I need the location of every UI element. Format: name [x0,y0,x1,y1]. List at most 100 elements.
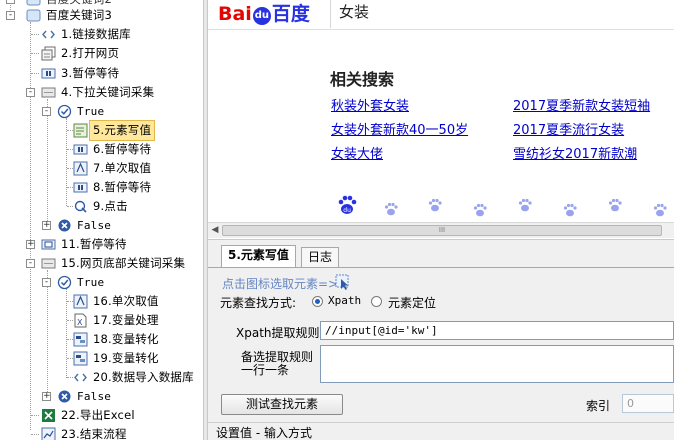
expand-toggle-icon[interactable]: + [42,221,51,230]
cross-icon [57,218,72,233]
tree-item-open-page[interactable]: 2.打开网页 [0,44,203,63]
expand-toggle-icon[interactable]: + [26,240,35,249]
tab-write-value[interactable]: 5.元素写值 [221,245,296,268]
collapse-toggle-icon[interactable]: - [26,88,35,97]
radio-element-locate[interactable] [371,296,382,307]
pick-element-link[interactable]: 点击图标选取元素=> [222,275,338,292]
tree-item-variable[interactable]: X 17.变量处理 [0,311,203,330]
variable-icon: X [73,313,88,328]
search-input[interactable]: 女装 [330,0,674,28]
scroll-left-icon[interactable]: ◀ [209,225,221,236]
open-page-icon [41,46,56,61]
tree-item-label: 2.打开网页 [61,46,120,60]
tree-item-label: 9.点击 [93,199,128,213]
get-value-icon [73,161,88,176]
tree-item-label: 4.下拉关键词采集 [61,85,155,99]
link-icon [73,370,88,385]
paw-icon[interactable] [428,198,442,215]
test-find-element-button[interactable]: 测试查找元素 [221,394,343,415]
tree-branch-false[interactable]: + False [0,387,203,406]
collapse-toggle-icon[interactable]: - [42,107,51,116]
paw-icon[interactable] [473,203,487,220]
tree-item-pause[interactable]: 3.暂停等待 [0,64,203,83]
expand-toggle-icon[interactable]: + [42,392,51,401]
tree-item-import-db[interactable]: 20.数据导入数据库 [0,368,203,387]
paw-icon[interactable] [608,198,622,215]
tree-item-label: 15.网页底部关键词采集 [61,256,186,270]
pause-icon [41,66,56,81]
tree-item-label: False [77,390,112,403]
collapse-toggle-icon[interactable]: - [42,278,51,287]
related-search-link[interactable]: 秋装外套女装 [331,95,409,114]
tree-item-pause[interactable]: + 11.暂停等待 [0,235,203,254]
tree-branch-false[interactable]: + False [0,216,203,235]
tree-item-end-flow[interactable]: 23.结束流程 [0,425,203,440]
tree-item-click[interactable]: 9.点击 [0,197,203,216]
tree-root[interactable]: - 百度关键词3 [0,6,203,25]
tree-branch-true[interactable]: - True [0,273,203,292]
radio-xpath[interactable] [312,296,323,307]
paw-icon[interactable] [563,203,577,220]
tree-item-label: 17.变量处理 [93,313,159,327]
tree-item-write-value[interactable]: 5.元素写值 [0,120,203,141]
convert-icon [73,332,88,347]
tree-item-label: 7.单次取值 [93,161,152,175]
browser-preview: Bai du 百度 女装 相关搜索 秋装外套女装 2017夏季新款女装短袖 女装外套… [208,0,674,222]
alt-xpath-textarea[interactable] [320,345,674,383]
tree-item-get-value[interactable]: 7.单次取值 [0,159,203,178]
tree-item-convert[interactable]: 19.变量转化 [0,349,203,368]
tree-item-get-value[interactable]: 16.单次取值 [0,292,203,311]
index-input[interactable]: 0 [622,394,674,413]
related-search-link[interactable]: 2017夏季新款女装短袖 [513,95,650,114]
scrollbar-thumb[interactable]: III [222,225,662,236]
collapse-toggle-icon[interactable]: - [6,11,15,20]
set-value-label: 设置值 - 输入方式 [216,426,312,440]
paw-icon[interactable] [384,202,398,219]
related-search-link[interactable]: 女装大佬 [331,143,383,162]
tree-item-label: False [77,219,112,232]
xpath-input[interactable]: //input[@id='kw'] [320,321,674,340]
check-icon [57,104,72,119]
tree-item-label: 23.结束流程 [61,427,127,440]
expand-toggle-icon[interactable]: - [6,0,15,4]
related-search-link[interactable]: 雪纺衫女2017新款潮 [513,143,637,162]
related-search-title: 相关搜索 [330,70,395,89]
tree-item-label: 22.导出Excel [61,408,135,422]
paw-icon[interactable] [653,203,667,220]
tree-item-label: 18.变量转化 [93,332,159,346]
baidu-logo[interactable]: Bai du 百度 [218,2,310,26]
tree-item-label: 3.暂停等待 [61,66,120,80]
paw-icon[interactable] [518,198,532,215]
tree-branch-true[interactable]: - True [0,102,203,121]
baidu-header: Bai du 百度 女装 [208,0,674,30]
tree-item-convert[interactable]: 18.变量转化 [0,330,203,349]
tree-item-label: True [77,276,105,289]
tree-item-loop-footer[interactable]: - 15.网页底部关键词采集 [0,254,203,273]
logo-text: 百度 [271,3,310,25]
element-picker-icon[interactable] [335,274,351,290]
horizontal-scrollbar[interactable]: ◀ III [208,222,674,238]
tab-log[interactable]: 日志 [301,247,340,267]
tree-item-loop-dropdown[interactable]: - 4.下拉关键词采集 [0,83,203,102]
tree-item-label: 5.元素写值 [88,120,156,141]
paw-icon[interactable]: du [337,194,357,219]
svg-text:du: du [343,207,351,214]
workflow-tree: - 百度关键词2 - 百度关键词3 1.链接数据库 2.打开网页 3.暂停等待 [0,0,203,440]
tree-item-connect-db[interactable]: 1.链接数据库 [0,25,203,44]
radio-xpath-label: Xpath [328,294,362,307]
related-search-link[interactable]: 2017夏季流行女装 [513,119,624,138]
logo-text: Bai [218,3,252,25]
chart-icon [41,427,56,440]
tree-root-label: 百度关键词3 [46,8,113,22]
related-search-link[interactable]: 女装外套新款40一50岁 [331,119,468,138]
click-icon [73,199,88,214]
check-icon [57,275,72,290]
section-divider [208,422,674,423]
tree-item-label: 8.暂停等待 [93,180,152,194]
tree-item-pause[interactable]: 8.暂停等待 [0,178,203,197]
tree-item-pause[interactable]: 6.暂停等待 [0,140,203,159]
collapse-toggle-icon[interactable]: - [26,259,35,268]
tree-item-export-excel[interactable]: 22.导出Excel [0,406,203,425]
tree-item-label: 1.链接数据库 [61,27,131,41]
loop-icon [41,85,56,100]
